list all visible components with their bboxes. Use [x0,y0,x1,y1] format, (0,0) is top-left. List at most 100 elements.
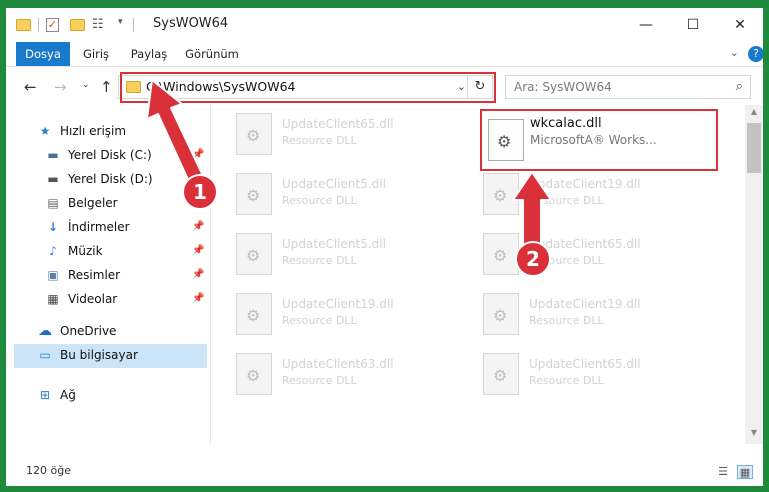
file-description: Resource DLL [282,374,357,387]
video-icon: ▦ [47,292,59,306]
sidebar-item-label: Hızlı erişim [60,124,127,138]
up-icon[interactable]: ↑ [100,78,113,96]
minimize-button[interactable]: — [623,8,669,42]
file-item[interactable]: ⚙ UpdateClient65.dll Resource DLL [483,353,723,399]
sidebar-item-label: Bu bilgisayar [60,348,138,362]
close-button[interactable]: ✕ [717,8,763,42]
scroll-down-icon[interactable]: ▼ [745,428,763,442]
ribbon-tabs: Dosya Giriş Paylaş Görünüm ⌄ ? [6,42,763,67]
file-name: UpdateClient19.dll [282,297,394,311]
window-title: SysWOW64 [153,16,229,31]
sidebar-item-network[interactable]: ⊞ Ağ [6,385,206,407]
search-icon[interactable]: ⌕ [736,79,743,94]
navigation-pane: ★ Hızlı erişim ▬ Yerel Disk (C:) 📌 ▬ Yer… [6,105,211,444]
sidebar-item-label: OneDrive [60,324,117,338]
music-icon: ♪ [49,244,57,258]
file-description: Resource DLL [529,194,604,207]
tiles-view-icon[interactable]: ▦ [737,465,753,479]
cloud-icon: ☁ [38,323,52,339]
file-description: Resource DLL [282,194,357,207]
sidebar-item-this-pc[interactable]: ▭ Bu bilgisayar [6,345,206,367]
chevron-down-icon[interactable]: ⌄ [730,46,739,59]
sidebar-item-label: Yerel Disk (C:) [68,148,152,162]
item-count: 120 öğe [26,464,71,477]
file-description: Resource DLL [282,314,357,327]
tab-home[interactable]: Giriş [76,42,116,66]
scroll-up-icon[interactable]: ▲ [745,107,763,121]
file-description: Resource DLL [282,254,357,267]
file-name: UpdateClient63.dll [282,357,394,371]
quick-access-dropdown-icon[interactable]: ▾ [118,17,123,33]
file-item[interactable]: ⚙ UpdateClient5.dll Resource DLL [236,173,476,219]
step-1-badge: 1 [182,174,218,210]
file-highlight-box [480,109,718,171]
file-description: Resource DLL [529,374,604,387]
title-bar: ✓ ☷ ▾ SysWOW64 — ☐ ✕ [6,8,763,42]
address-highlight-box [120,72,496,103]
properties-icon[interactable]: ✓ [46,18,59,32]
file-description: Resource DLL [529,314,604,327]
pin-icon[interactable]: 📌 [192,245,204,256]
file-item[interactable]: ⚙ UpdateClient19.dll Resource DLL [483,173,723,219]
pin-icon[interactable]: 📌 [192,293,204,304]
file-item[interactable]: ⚙ UpdateClient65.dll Resource DLL [236,113,476,159]
sidebar-item-downloads[interactable]: ↓ İndirmeler 📌 [6,217,206,239]
help-icon[interactable]: ? [748,46,763,62]
vertical-scrollbar[interactable]: ▲ ▼ [745,105,763,444]
sidebar-item-videos[interactable]: ▦ Videolar 📌 [6,289,206,311]
sidebar-item-label: İndirmeler [68,220,130,234]
sidebar-item-quick-access[interactable]: ★ Hızlı erişim [6,121,206,143]
new-folder-icon[interactable] [70,19,85,31]
file-name: UpdateClient19.dll [529,177,641,191]
star-icon: ★ [39,124,51,138]
file-item[interactable]: ⚙ UpdateClient19.dll Resource DLL [236,293,476,339]
file-item[interactable]: ⚙ UpdateClient5.dll Resource DLL [236,233,476,279]
computer-icon: ▭ [39,348,51,362]
sidebar-item-label: Videolar [68,292,118,306]
back-icon[interactable]: ← [24,78,37,96]
tab-file[interactable]: Dosya [16,42,70,66]
pin-icon[interactable]: 📌 [192,269,204,280]
dll-file-icon: ⚙ [483,233,519,275]
folder-icon [16,19,31,31]
pictures-icon: ▣ [47,268,59,282]
tab-view[interactable]: Görünüm [182,42,242,66]
scroll-thumb[interactable] [747,123,761,173]
tab-share[interactable]: Paylaş [124,42,174,66]
file-name: UpdateClient65.dll [529,357,641,371]
sidebar-item-disk-c[interactable]: ▬ Yerel Disk (C:) 📌 [6,145,206,167]
status-bar: 120 öğe ☰ ▦ [6,460,763,486]
sidebar-item-label: Ağ [60,388,76,402]
documents-icon: ▤ [47,196,59,210]
sidebar-item-onedrive[interactable]: ☁ OneDrive [6,321,206,343]
file-name: UpdateClient65.dll [282,117,394,131]
sidebar-item-pictures[interactable]: ▣ Resimler 📌 [6,265,206,287]
details-view-icon[interactable]: ☰ [715,465,731,479]
dll-file-icon: ⚙ [236,293,272,335]
maximize-button[interactable]: ☐ [670,8,716,42]
file-name: UpdateClient5.dll [282,177,386,191]
sidebar-item-disk-d[interactable]: ▬ Yerel Disk (D:) 📌 [6,169,206,191]
pane-divider[interactable] [210,105,211,444]
sidebar-item-label: Müzik [68,244,103,258]
file-item[interactable]: ⚙ UpdateClient19.dll Resource DLL [483,293,723,339]
file-item[interactable]: ⚙ UpdateClient63.dll Resource DLL [236,353,476,399]
search-placeholder: Ara: SysWOW64 [514,80,612,94]
dll-file-icon: ⚙ [236,173,272,215]
recent-locations-icon[interactable]: ⌄ [82,80,90,90]
dll-file-icon: ⚙ [483,293,519,335]
step-2-badge: 2 [515,241,551,277]
drive-icon: ▬ [47,172,59,186]
sidebar-item-label: Resimler [68,268,121,282]
sidebar-item-documents[interactable]: ▤ Belgeler 📌 [6,193,206,215]
drive-icon: ▬ [47,148,59,162]
file-name: UpdateClient5.dll [282,237,386,251]
sidebar-item-music[interactable]: ♪ Müzik 📌 [6,241,206,263]
forward-icon[interactable]: → [54,78,67,96]
pin-icon[interactable]: 📌 [192,221,204,232]
customize-toolbar-icon[interactable]: ☷ [92,17,104,33]
pin-icon[interactable]: 📌 [192,149,204,160]
download-icon: ↓ [47,220,59,234]
toolbar-separator [38,18,39,32]
search-input[interactable]: Ara: SysWOW64 ⌕ [505,75,751,99]
